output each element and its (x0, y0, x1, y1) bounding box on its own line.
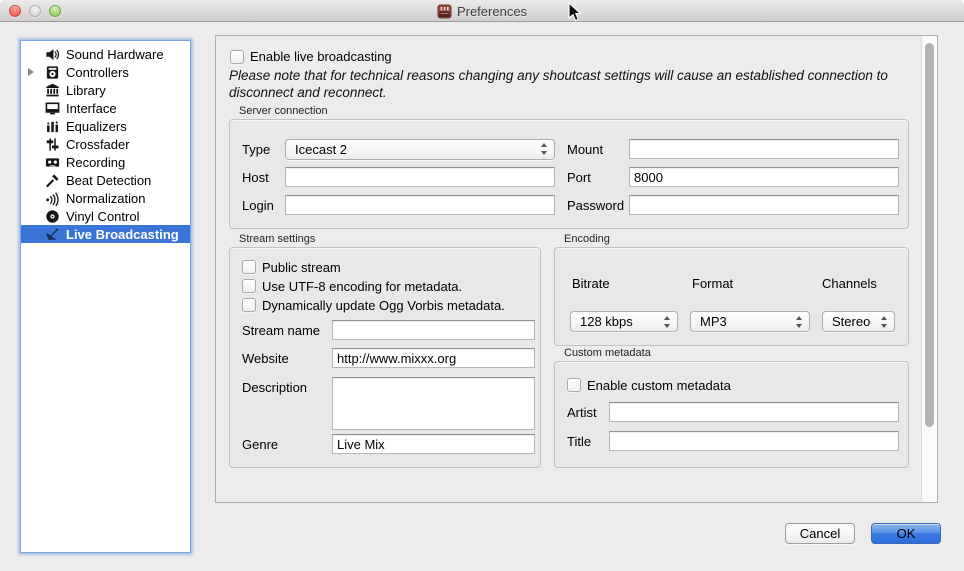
website-label: Website (242, 348, 332, 368)
vertical-scrollbar[interactable] (921, 36, 937, 502)
stepper-arrows-icon (796, 316, 803, 328)
title-group: Preferences (0, 0, 964, 22)
equalizer-icon (45, 119, 60, 134)
title-label: Title (567, 434, 609, 449)
preferences-category-list[interactable]: Sound Hardware Controllers Library Inter… (20, 40, 191, 553)
type-value: Icecast 2 (295, 142, 347, 157)
recording-icon (45, 155, 60, 170)
sidebar-item-recording[interactable]: Recording (21, 153, 190, 171)
sidebar-item-sound-hardware[interactable]: Sound Hardware (21, 45, 190, 63)
broadcast-icon (45, 227, 60, 242)
encoding-group: Bitrate Format Channels 128 kbps MP3 Ste… (554, 247, 909, 346)
sidebar-item-interface[interactable]: Interface (21, 99, 190, 117)
description-label: Description (242, 377, 332, 430)
password-input[interactable] (629, 195, 899, 215)
use-utf-8-encoding-for-metadata-label: Use UTF-8 encoding for metadata. (262, 279, 462, 294)
genre-label: Genre (242, 434, 332, 454)
sidebar-item-controllers[interactable]: Controllers (21, 63, 190, 81)
port-input[interactable] (629, 167, 899, 187)
use-utf-8-encoding-for-metadata-checkbox[interactable] (242, 279, 256, 293)
artist-label: Artist (567, 405, 609, 420)
cancel-button[interactable]: Cancel (785, 523, 855, 544)
encoding-title: Encoding (564, 233, 610, 245)
library-icon (45, 83, 60, 98)
format-value: MP3 (700, 314, 727, 329)
custom-metadata-title: Custom metadata (564, 347, 651, 359)
password-label: Password (567, 198, 629, 213)
sidebar-item-library[interactable]: Library (21, 81, 190, 99)
stepper-arrows-icon (664, 316, 671, 328)
preferences-window: Preferences Sound Hardware Controllers L… (0, 0, 964, 571)
enable-live-broadcasting-row: Enable live broadcasting (230, 49, 392, 64)
description-input[interactable] (332, 377, 535, 430)
channels-value: Stereo (832, 314, 870, 329)
scrollbar-thumb[interactable] (925, 43, 934, 427)
type-dropdown[interactable]: Icecast 2 (285, 139, 555, 160)
public-stream-label: Public stream (262, 260, 341, 275)
stepper-arrows-icon (541, 143, 548, 155)
sidebar-item-normalization[interactable]: Normalization (21, 189, 190, 207)
login-label: Login (242, 198, 285, 213)
dynamically-update-ogg-vorbis-metadata-label: Dynamically update Ogg Vorbis metadata. (262, 298, 505, 313)
sidebar-item-crossfader[interactable]: Crossfader (21, 135, 190, 153)
format-dropdown[interactable]: MP3 (690, 311, 810, 332)
shoutcast-note: Please note that for technical reasons c… (229, 67, 923, 101)
enable-live-broadcasting-label: Enable live broadcasting (250, 49, 392, 64)
stream-name-label: Stream name (242, 320, 332, 340)
artist-input[interactable] (609, 402, 899, 422)
channels-label: Channels (822, 276, 877, 291)
disclosure-triangle-icon[interactable] (28, 68, 34, 76)
type-label: Type (242, 142, 285, 157)
stepper-arrows-icon (881, 316, 888, 328)
server-connection-title: Server connection (239, 105, 328, 117)
mount-label: Mount (567, 142, 629, 157)
bitrate-value: 128 kbps (580, 314, 633, 329)
stream-name-input[interactable] (332, 320, 535, 340)
channels-dropdown[interactable]: Stereo (822, 311, 895, 332)
mount-input[interactable] (629, 139, 899, 159)
live-broadcasting-panel: Enable live broadcasting Please note tha… (215, 35, 938, 503)
enable-custom-metadata-label: Enable custom metadata (587, 378, 731, 393)
format-label: Format (692, 276, 733, 291)
title-input[interactable] (609, 431, 899, 451)
stream-settings-title: Stream settings (239, 233, 315, 245)
enable-custom-metadata-checkbox[interactable] (567, 378, 581, 392)
port-label: Port (567, 170, 629, 185)
public-stream-checkbox[interactable] (242, 260, 256, 274)
bitrate-dropdown[interactable]: 128 kbps (570, 311, 678, 332)
enable-live-broadcasting-checkbox[interactable] (230, 50, 244, 64)
sidebar-item-vinyl-control[interactable]: Vinyl Control (21, 207, 190, 225)
vinyl-icon (45, 209, 60, 224)
beat-detection-icon (45, 173, 60, 188)
titlebar[interactable]: Preferences (0, 0, 964, 22)
sidebar-item-beat-detection[interactable]: Beat Detection (21, 171, 190, 189)
website-input[interactable] (332, 348, 535, 368)
sidebar-item-live-broadcasting[interactable]: Live Broadcasting (21, 225, 190, 243)
controller-icon (45, 65, 60, 80)
sidebar-item-equalizers[interactable]: Equalizers (21, 117, 190, 135)
dynamically-update-ogg-vorbis-metadata-checkbox[interactable] (242, 298, 256, 312)
host-label: Host (242, 170, 285, 185)
genre-input[interactable] (332, 434, 535, 454)
speaker-icon (45, 47, 60, 62)
mouse-cursor (568, 2, 582, 23)
monitor-icon (45, 101, 60, 116)
crossfader-icon (45, 137, 60, 152)
custom-metadata-group: Enable custom metadata Artist Title (554, 361, 909, 468)
mixxx-preferences-icon (437, 4, 452, 19)
server-connection-group: Type Icecast 2 Mount Host Port Login Pas… (229, 119, 909, 229)
ok-button[interactable]: OK (871, 523, 941, 544)
window-title: Preferences (457, 4, 527, 19)
bitrate-label: Bitrate (572, 276, 610, 291)
host-input[interactable] (285, 167, 555, 187)
stream-settings-group: Public stream Use UTF-8 encoding for met… (229, 247, 541, 468)
normalization-icon (45, 191, 60, 206)
login-input[interactable] (285, 195, 555, 215)
